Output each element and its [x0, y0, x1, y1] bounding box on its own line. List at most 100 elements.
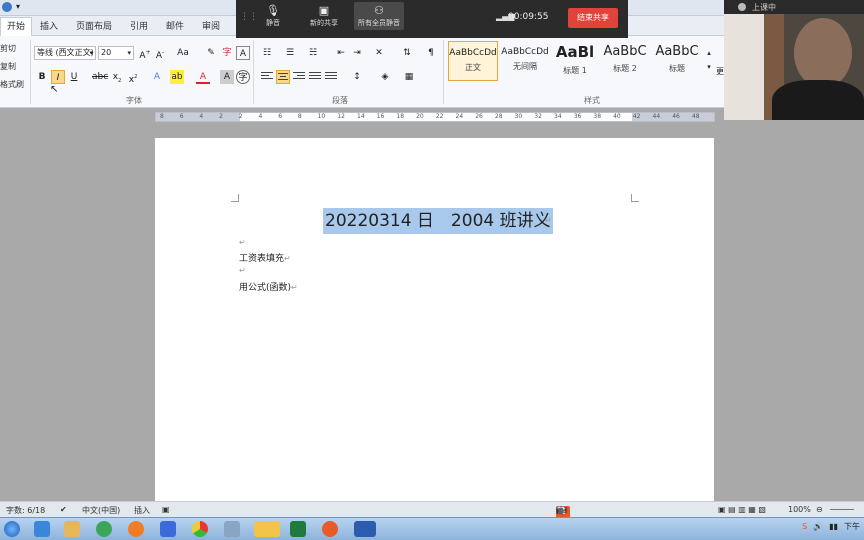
enclose-char-icon[interactable]: 字 [236, 70, 250, 84]
ruler-tick-label: 26 [475, 113, 483, 120]
shading-icon[interactable]: ◈ [378, 70, 392, 84]
style-normal[interactable]: AaBbCcDd 正文 [448, 41, 498, 81]
mute-button[interactable]: 🎙 静音 [266, 4, 280, 28]
font-size-combo[interactable]: 20 ▾ [98, 46, 134, 60]
highlight-color-icon[interactable]: ab [170, 70, 184, 84]
ie-icon[interactable] [34, 521, 50, 537]
document-area[interactable]: 20220314 日 2004 班讲义 ↵ ↵ 工资表填充↵ ↵ 用公式(函数)… [0, 84, 864, 508]
mute-all-button[interactable]: ⚇ 所有全员静音 [354, 2, 404, 30]
tab-insert[interactable]: 插入 [40, 19, 58, 32]
tab-review[interactable]: 审阅 [202, 19, 220, 32]
doc-line[interactable]: 用公式(函数)↵ [239, 280, 298, 293]
browser-icon[interactable] [96, 521, 112, 537]
decrease-indent-icon[interactable]: ⇤ [334, 46, 348, 60]
superscript-icon[interactable]: x2 [126, 70, 140, 85]
styles-scroll-icon[interactable]: ▴ [702, 46, 716, 60]
toolbox-icon[interactable]: ▦ [556, 506, 564, 515]
app-icon[interactable] [160, 521, 176, 537]
cut-button[interactable]: 剪切 [0, 40, 28, 58]
firefox-icon[interactable] [128, 521, 144, 537]
styles-scroll-icon[interactable]: ▾ [702, 60, 716, 74]
char-border-icon[interactable]: A [236, 46, 250, 60]
recorder-icon[interactable] [322, 521, 338, 537]
webcam-header: 上课中 [724, 0, 864, 14]
italic-icon[interactable]: I [51, 70, 65, 84]
meeting-app-icon[interactable] [254, 521, 280, 537]
drag-handle-icon[interactable]: ⋮⋮ [240, 12, 258, 22]
format-painter-button[interactable]: 格式刷 [0, 76, 28, 94]
proofing-icon[interactable]: ✔ [60, 505, 67, 514]
insert-mode[interactable]: 插入 [134, 505, 150, 516]
doc-line[interactable]: 工资表填充↵ [239, 251, 291, 264]
zoom-slider[interactable] [830, 509, 854, 510]
horizontal-ruler[interactable]: 8 6 4 2 2 4 6 8 10 12 14 16 18 20 22 24 26 28 30 32 34 36 38 40… [155, 112, 715, 122]
style-no-spacing[interactable]: AaBbCcDd 无间隔 [500, 41, 550, 81]
clear-format-icon[interactable]: ✎ [204, 46, 218, 60]
ruler-margin-left [156, 113, 240, 121]
ruler-tick-label: 4 [199, 113, 204, 120]
numbering-icon[interactable]: ☰ [283, 46, 297, 60]
word-count[interactable]: 字数: 6/18 [6, 505, 45, 516]
screen-share-icon: ▣ [318, 4, 330, 17]
shrink-font-icon[interactable]: A- [153, 46, 167, 61]
folder-icon[interactable] [64, 521, 80, 537]
style-title[interactable]: AaBbC 标题 [652, 41, 702, 81]
style-heading-2[interactable]: AaBbC 标题 2 [600, 41, 650, 81]
volume-icon[interactable]: 🔊 [813, 522, 823, 531]
zoom-out-icon[interactable]: ⊖ [816, 505, 823, 514]
bold-icon[interactable]: B [35, 70, 49, 84]
align-left-icon[interactable] [260, 70, 274, 84]
sort-icon[interactable]: ⇅ [400, 46, 414, 60]
document-title[interactable]: 20220314 日 2004 班讲义 [323, 208, 553, 234]
customize-quick-access-icon[interactable]: ▾ [16, 2, 26, 12]
paragraph-group-label: 段落 [332, 96, 348, 105]
quick-access-toolbar: ▾ [2, 2, 26, 12]
chrome-icon[interactable] [192, 521, 208, 537]
subscript-icon[interactable]: x2 [110, 70, 124, 84]
word-icon[interactable] [354, 521, 376, 537]
view-buttons[interactable]: ▣ ▤ ▥ ▦ ▧ [718, 505, 766, 514]
tab-mailings[interactable]: 邮件 [166, 19, 184, 32]
strikethrough-icon[interactable]: abc [92, 70, 108, 84]
style-heading-1[interactable]: AaBl 标题 1 [550, 41, 600, 81]
font-color-icon[interactable]: A [196, 70, 210, 84]
align-right-icon[interactable] [292, 70, 306, 84]
change-case-icon[interactable]: Aa [176, 46, 190, 60]
line-spacing-icon[interactable]: ↕ [350, 70, 364, 84]
tab-references[interactable]: 引用 [130, 19, 148, 32]
doc-line[interactable]: ↵ [239, 238, 246, 248]
borders-icon[interactable]: ▦ [402, 70, 416, 84]
network-icon[interactable]: ▮▮ [829, 522, 838, 531]
font-name-combo[interactable]: 等线 (西文正文) ▾ [34, 46, 96, 60]
undo-icon[interactable] [2, 2, 12, 12]
language-indicator[interactable]: 中文(中国) [82, 505, 120, 516]
chinese-layout-icon[interactable]: ✕ [372, 46, 386, 60]
phonetic-icon[interactable]: 字 [220, 46, 234, 60]
doc-line[interactable]: ↵ [239, 266, 246, 276]
tab-home[interactable]: 开始 [0, 17, 33, 36]
new-share-button[interactable]: ▣ 新的共享 [310, 4, 338, 28]
increase-indent-icon[interactable]: ⇥ [350, 46, 364, 60]
text-effect-icon[interactable]: A [150, 70, 164, 84]
multilevel-list-icon[interactable]: ☵ [306, 46, 320, 60]
divider [253, 40, 254, 104]
clock[interactable]: 下午 [844, 521, 860, 532]
copy-button[interactable]: 复制 [0, 58, 28, 76]
end-share-button[interactable]: 结束共享 [568, 8, 618, 28]
bullets-icon[interactable]: ☷ [260, 46, 274, 60]
show-marks-icon[interactable]: ¶ [424, 46, 438, 60]
macro-record-icon[interactable]: ▣ [162, 505, 170, 514]
underline-icon[interactable]: U [67, 70, 81, 84]
zoom-level[interactable]: 100% [788, 505, 811, 514]
excel-icon[interactable] [290, 521, 306, 537]
explorer-icon[interactable] [224, 521, 240, 537]
align-center-icon[interactable] [276, 70, 290, 84]
start-icon[interactable] [4, 521, 20, 537]
distribute-icon[interactable] [324, 70, 338, 84]
tab-page-layout[interactable]: 页面布局 [76, 19, 112, 32]
document-page[interactable]: 20220314 日 2004 班讲义 ↵ ↵ 工资表填充↵ ↵ 用公式(函数)… [155, 138, 714, 508]
grow-font-icon[interactable]: A+ [138, 46, 152, 61]
sogou-tray-icon[interactable]: S [802, 522, 807, 531]
justify-icon[interactable] [308, 70, 322, 84]
char-shading-icon[interactable]: A [220, 70, 234, 84]
